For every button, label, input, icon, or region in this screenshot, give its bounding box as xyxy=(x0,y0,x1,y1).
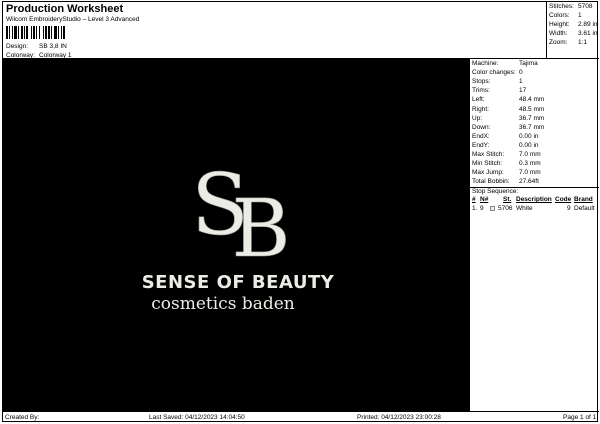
printed-date: Printed: 04/12/2023 23:00:28 xyxy=(357,414,441,421)
info-label: Max Stitch: xyxy=(472,151,505,158)
column-header: N# xyxy=(480,196,489,203)
worksheet-footer: Created By: Last Saved: 04/12/2023 14:04… xyxy=(3,411,599,423)
stat-label: Width: xyxy=(549,30,568,37)
info-label: Min Stitch: xyxy=(472,160,503,168)
worksheet-header: Production Worksheet Wilcom EmbroiderySt… xyxy=(3,2,546,59)
info-row: EndY: 0.00 in xyxy=(472,142,539,149)
page-title: Production Worksheet xyxy=(6,3,124,15)
created-by: Created By: xyxy=(5,414,40,421)
info-label: EndY: xyxy=(472,141,490,149)
info-row: Max Stitch: 7.0 mm xyxy=(472,151,541,158)
stat-value: 2.89 in xyxy=(578,21,598,28)
info-row: Down: 36.7 mm xyxy=(472,124,544,131)
stat-zoom: Zoom: 1:1 xyxy=(549,39,587,46)
info-value: 27.64ft xyxy=(519,178,539,186)
column-header: Description xyxy=(516,196,552,203)
cell-description: White xyxy=(516,205,533,212)
colorway-label: Colorway: xyxy=(6,52,35,59)
colorway-value: Colorway 1 xyxy=(39,52,72,59)
colorway-row: Colorway: Colorway 1 xyxy=(6,52,72,59)
stat-height: Height: 2.89 in xyxy=(549,21,598,28)
embroidery-logo: S B SENSE OF BEAUTY cosmetics baden xyxy=(142,156,335,314)
machine-info-panel: Machine: Tajima Color changes: 0 Stops: 1 Trim… xyxy=(470,59,599,411)
column-header: St. xyxy=(503,196,512,203)
stat-stitches: Stitches: 5708 xyxy=(549,3,592,10)
stat-value: 1:1 xyxy=(578,39,588,46)
info-value: 1 xyxy=(519,78,523,86)
cell-st: 5706 xyxy=(498,205,513,212)
info-row: Min Stitch: 0.3 mm xyxy=(472,160,541,167)
info-row: Color changes: 0 xyxy=(472,69,523,76)
info-label: EndX: xyxy=(472,132,490,140)
info-row: Right: 48.5 mm xyxy=(472,106,544,113)
info-row: Total Bobbin: 27.64ft xyxy=(472,178,539,185)
info-value: 7.0 mm xyxy=(519,169,541,177)
thread-color-swatch xyxy=(490,206,495,211)
info-label: Trims: xyxy=(472,87,490,95)
logo-line2: cosmetics baden xyxy=(151,294,295,314)
info-row: Left: 48.4 mm xyxy=(472,96,544,103)
info-label: Stops: xyxy=(472,78,491,86)
monogram-b: B xyxy=(232,182,291,275)
cell-n: 9 xyxy=(480,205,484,212)
design-row: Design: SB 3,8 IN xyxy=(6,43,67,50)
stat-colors: Colors: 1 xyxy=(549,12,582,19)
stat-label: Height: xyxy=(549,21,570,28)
info-value: 0.00 in xyxy=(519,141,539,149)
stat-label: Stitches: xyxy=(549,3,574,10)
info-label: Right: xyxy=(472,105,489,113)
stat-value: 3.61 in xyxy=(578,30,598,37)
production-worksheet: Production Worksheet Wilcom EmbroiderySt… xyxy=(2,1,599,423)
design-preview: S B SENSE OF BEAUTY cosmetics baden xyxy=(3,59,470,411)
info-row: Machine: Tajima xyxy=(472,60,538,67)
info-row: Stops: 1 xyxy=(472,78,523,85)
barcode-image xyxy=(6,26,84,39)
info-row: Max Jump: 7.0 mm xyxy=(472,169,541,176)
stop-sequence-row: 1. 9 5706 White 9 Default xyxy=(470,205,599,213)
info-label: Max Jump: xyxy=(472,169,504,177)
info-label: Left: xyxy=(472,96,485,104)
info-value: 36.7 mm xyxy=(519,123,545,131)
stat-value: 5708 xyxy=(578,3,593,10)
stop-sequence-columns: # N# St. Description Code Brand xyxy=(470,196,599,204)
info-row: Trims: 17 xyxy=(472,87,526,94)
design-value: SB 3,8 IN xyxy=(39,43,67,50)
last-saved: Last Saved: 04/12/2023 14:04:50 xyxy=(149,414,245,421)
stop-sequence-title: Stop Sequence: xyxy=(470,187,599,196)
software-subtitle: Wilcom EmbroideryStudio – Level 3 Advanc… xyxy=(6,16,140,23)
info-value: Tajima xyxy=(519,60,538,67)
column-header: # xyxy=(472,196,476,203)
stat-label: Zoom: xyxy=(549,39,568,46)
info-row: Up: 36.7 mm xyxy=(472,115,544,122)
cell-num: 1. xyxy=(472,205,478,212)
info-value: 0.3 mm xyxy=(519,160,541,168)
info-value: 7.0 mm xyxy=(519,151,541,158)
info-value: 0.00 in xyxy=(519,132,539,140)
cell-code: 9 xyxy=(567,205,571,212)
column-header: Brand xyxy=(574,196,593,203)
info-value: 36.7 mm xyxy=(519,114,545,122)
logo-line1: SENSE OF BEAUTY xyxy=(142,272,335,293)
cell-brand: Default xyxy=(574,205,595,212)
barcode-bar xyxy=(65,26,66,39)
info-label: Down: xyxy=(472,123,491,131)
info-value: 48.5 mm xyxy=(519,105,545,113)
stat-label: Colors: xyxy=(549,12,570,19)
info-label: Total Bobbin: xyxy=(472,178,510,186)
info-label: Machine: xyxy=(472,60,499,67)
info-label: Up: xyxy=(472,114,483,122)
page-number: Page 1 of 1 xyxy=(563,414,597,421)
design-stats-panel: Stitches: 5708 Colors: 1 Height: 2.89 in Wi… xyxy=(546,2,599,59)
info-value: 48.4 mm xyxy=(519,96,545,104)
stat-value: 1 xyxy=(578,12,582,19)
info-value: 17 xyxy=(519,87,527,95)
design-label: Design: xyxy=(6,43,29,50)
info-value: 0 xyxy=(519,69,523,77)
column-header: Code xyxy=(555,196,572,203)
stat-width: Width: 3.61 in xyxy=(549,30,598,37)
info-label: Color changes: xyxy=(472,69,516,77)
info-row: EndX: 0.00 in xyxy=(472,133,539,140)
